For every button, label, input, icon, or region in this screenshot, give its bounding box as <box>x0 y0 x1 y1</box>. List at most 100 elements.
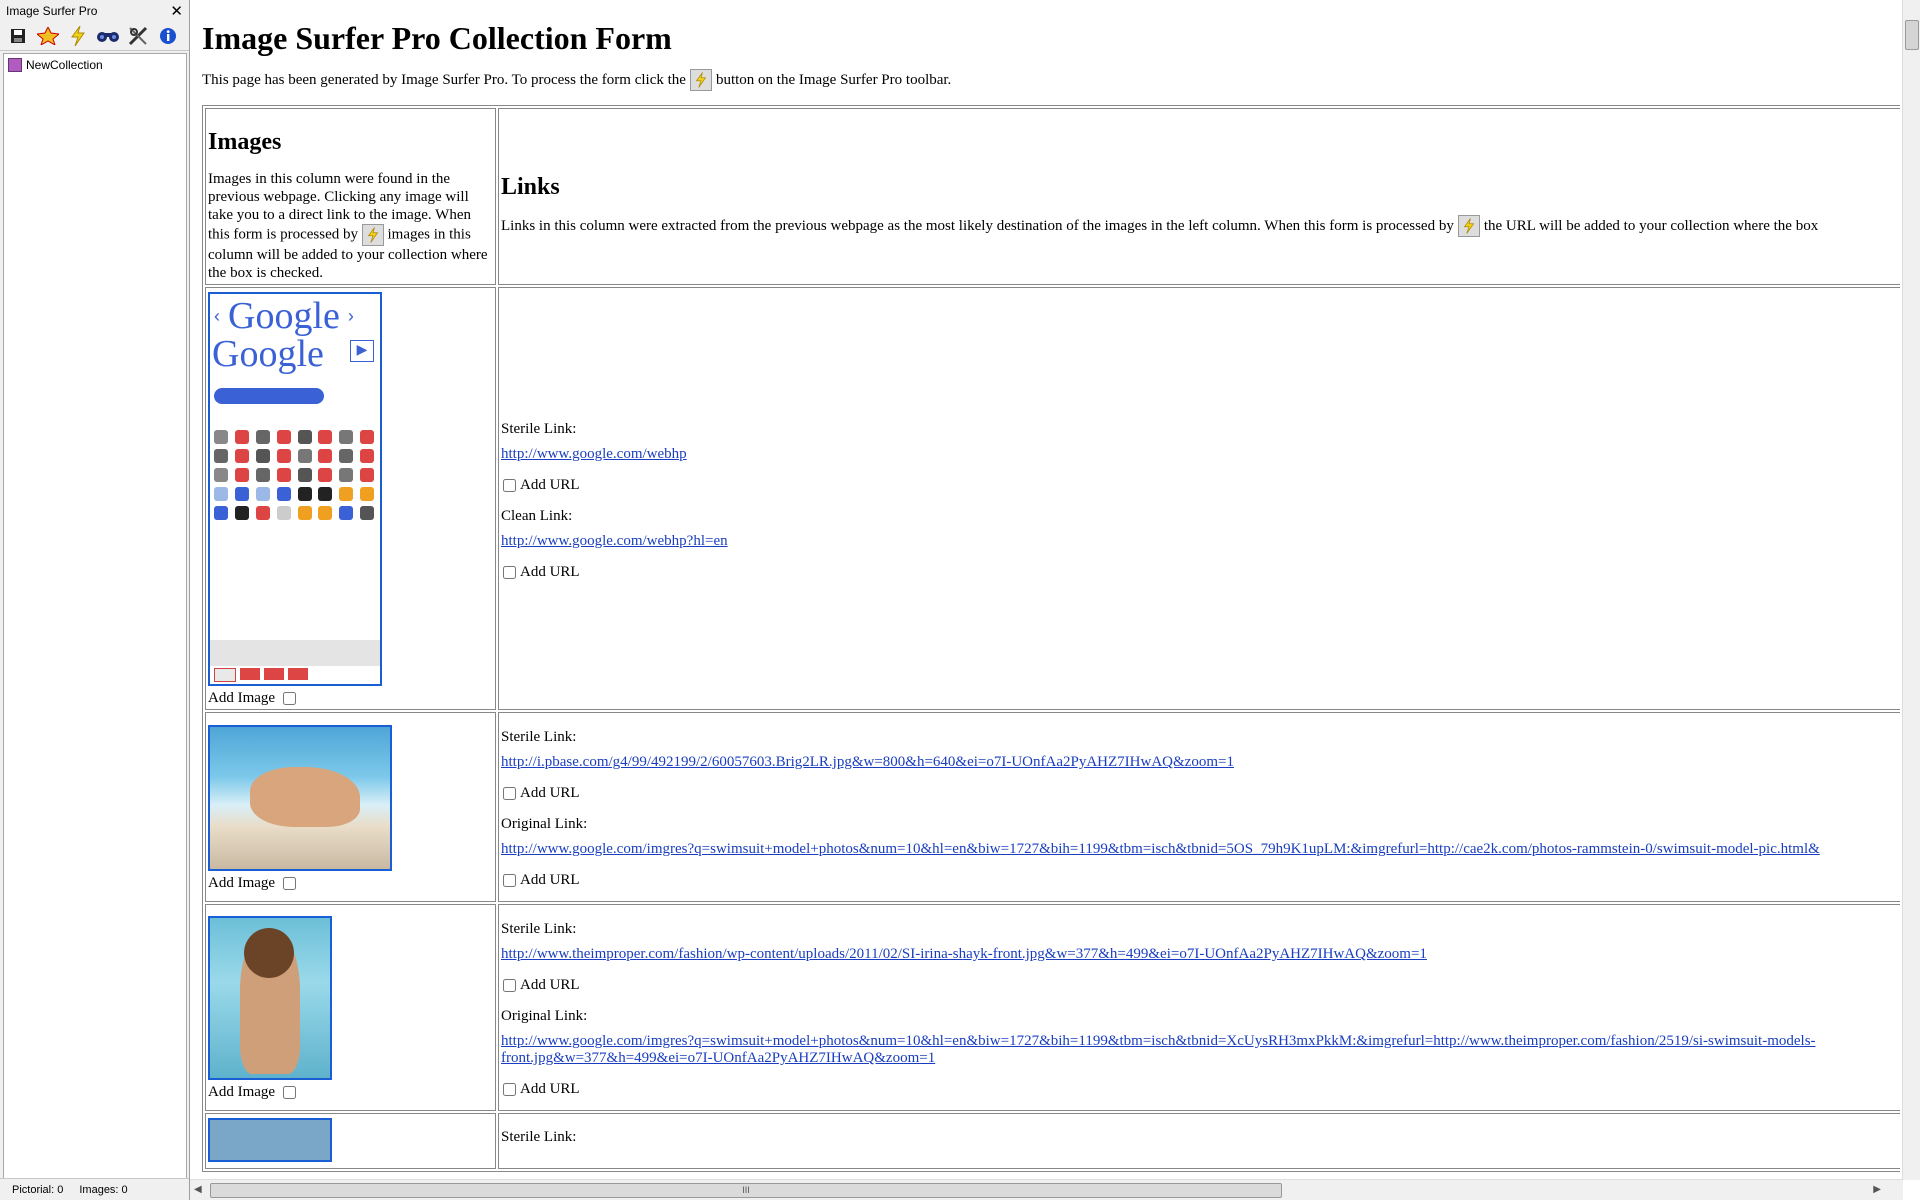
close-icon[interactable]: ✕ <box>170 4 183 19</box>
sterile-link[interactable]: http://www.theimproper.com/fashion/wp-co… <box>501 946 1427 962</box>
original-link[interactable]: http://www.google.com/imgres?q=swimsuit+… <box>501 841 1820 857</box>
original-link-label: Original Link: <box>501 1008 588 1024</box>
tools-icon[interactable] <box>126 25 150 47</box>
links-column-description: Links in this column were extracted from… <box>501 215 1900 237</box>
scroll-left-icon[interactable]: ◀ <box>194 1184 202 1195</box>
vertical-scroll-thumb[interactable] <box>1905 20 1919 50</box>
add-url-checkbox[interactable] <box>503 874 516 887</box>
original-link[interactable]: http://www.google.com/imgres?q=swimsuit+… <box>501 1033 1816 1049</box>
add-image-label: Add Image <box>208 690 276 706</box>
intro-text-after: button on the Image Surfer Pro toolbar. <box>715 71 952 88</box>
plus-one-buttons <box>214 668 308 682</box>
add-image-control: Add Image <box>208 875 493 892</box>
links-heading: Links <box>501 174 560 200</box>
star-icon <box>297 506 312 520</box>
sterile-link[interactable]: http://i.pbase.com/g4/99/492199/2/600576… <box>501 754 1234 770</box>
tag-icon <box>360 449 375 463</box>
links-cell: Sterile Link: http://i.pbase.com/g4/99/4… <box>498 712 1900 902</box>
pin-icon <box>297 449 312 463</box>
photo-hair <box>244 928 294 978</box>
page-title: Image Surfer Pro Collection Form <box>202 20 672 56</box>
add-url-checkbox[interactable] <box>503 979 516 992</box>
plus-one-icon <box>288 668 308 680</box>
add-url-control: Add URL <box>501 977 1900 994</box>
add-url-checkbox[interactable] <box>503 478 516 492</box>
table-row: Add Image Sterile Link: http://www.theim… <box>205 904 1900 1111</box>
clean-link[interactable]: http://www.google.com/webhp?hl=en <box>501 533 728 549</box>
vertical-scrollbar[interactable] <box>1902 0 1920 1180</box>
swimsuit-photo-thumbnail[interactable] <box>208 916 332 1080</box>
camera-icon <box>255 430 270 444</box>
google-sprite-thumbnail[interactable]: ‹ Google › Google ▶ <box>208 292 382 686</box>
tree-item-newcollection[interactable]: NewCollection <box>4 54 186 76</box>
star-icon <box>339 487 354 501</box>
sidebar-status-bar: Pictorial: 0 Images: 0 <box>0 1178 189 1200</box>
star-icon <box>318 506 333 520</box>
sterile-link[interactable]: http://www.google.com/webhp <box>501 446 687 462</box>
wrench-icon <box>297 468 312 482</box>
add-url-label: Add URL <box>520 977 580 993</box>
image-thumbnail[interactable] <box>208 1118 332 1162</box>
add-url-checkbox[interactable] <box>503 1083 516 1096</box>
wrench-icon <box>318 468 333 482</box>
film-icon <box>297 430 312 444</box>
plane-icon <box>339 468 354 482</box>
swimsuit-photo-thumbnail[interactable] <box>208 724 392 871</box>
brand-icon[interactable] <box>36 25 60 47</box>
collection-form-page: Image Surfer Pro Collection Form This pa… <box>190 0 1900 1180</box>
sprite-bar <box>210 640 380 666</box>
search-icon <box>214 430 228 444</box>
add-image-label: Add Image <box>208 1084 276 1100</box>
save-icon[interactable] <box>6 25 30 47</box>
star-icon <box>360 487 375 501</box>
images-column-description: Images in this column were found in the … <box>208 170 493 282</box>
camera-icon <box>276 487 291 501</box>
zoom-icon <box>234 487 249 501</box>
links-cell: Sterile Link: <box>498 1113 1900 1169</box>
links-cell: Sterile Link: http://www.google.com/webh… <box>498 287 1900 710</box>
links-column-header: Links Links in this column were extracte… <box>498 108 1900 285</box>
user-icon <box>234 468 249 482</box>
plus-one-icon <box>264 668 284 680</box>
user-icon <box>214 468 228 482</box>
binoculars-icon[interactable] <box>96 25 120 47</box>
chevron-left-icon: ‹ <box>214 305 220 326</box>
original-link-continued[interactable]: front.jpg&w=377&h=499&ei=o7I-UOnfAa2PyAH… <box>501 1050 935 1066</box>
scroll-right-icon[interactable]: ▶ <box>1873 1184 1881 1195</box>
table-header-row: Images Images in this column were found … <box>205 108 1900 285</box>
add-image-checkbox[interactable] <box>283 876 297 890</box>
links-desc-after: the URL will be added to your collection… <box>1483 218 1819 234</box>
lightning-icon <box>1457 215 1480 237</box>
lightning-icon <box>361 224 384 246</box>
images-heading: Images <box>208 129 282 155</box>
google-logo: Google <box>212 333 324 375</box>
camera-icon <box>276 430 291 444</box>
calendar-icon <box>360 430 375 444</box>
add-image-checkbox[interactable] <box>283 692 297 705</box>
tree-item-label: NewCollection <box>26 58 103 72</box>
sterile-link-label: Sterile Link: <box>501 420 577 437</box>
add-url-label: Add URL <box>520 872 580 888</box>
horizontal-scrollbar[interactable]: ◀ III ▶ <box>190 1179 1903 1200</box>
add-image-control: Add Image <box>208 1084 493 1101</box>
add-url-control: Add URL <box>501 1081 1900 1098</box>
list-icon <box>234 449 249 463</box>
add-url-checkbox[interactable] <box>503 565 516 579</box>
question-icon <box>276 468 291 482</box>
add-image-checkbox[interactable] <box>283 1086 297 1099</box>
sidebar-titlebar: Image Surfer Pro ✕ <box>0 0 189 22</box>
sprite-icon-grid <box>214 430 376 520</box>
question-icon <box>255 468 270 482</box>
plus-one-icon <box>214 668 236 682</box>
lightning-icon[interactable] <box>66 25 90 47</box>
add-url-control: Add URL <box>501 785 1900 802</box>
zoom-icon <box>214 487 228 501</box>
add-url-control: Add URL <box>501 477 1900 494</box>
globe-icon <box>360 506 375 520</box>
info-icon[interactable] <box>156 25 180 47</box>
add-url-checkbox[interactable] <box>503 787 516 800</box>
phone-icon <box>276 449 291 463</box>
person-icon <box>339 506 354 520</box>
horizontal-scroll-thumb[interactable]: III <box>210 1183 1282 1198</box>
collection-tree[interactable]: NewCollection <box>3 53 187 1179</box>
